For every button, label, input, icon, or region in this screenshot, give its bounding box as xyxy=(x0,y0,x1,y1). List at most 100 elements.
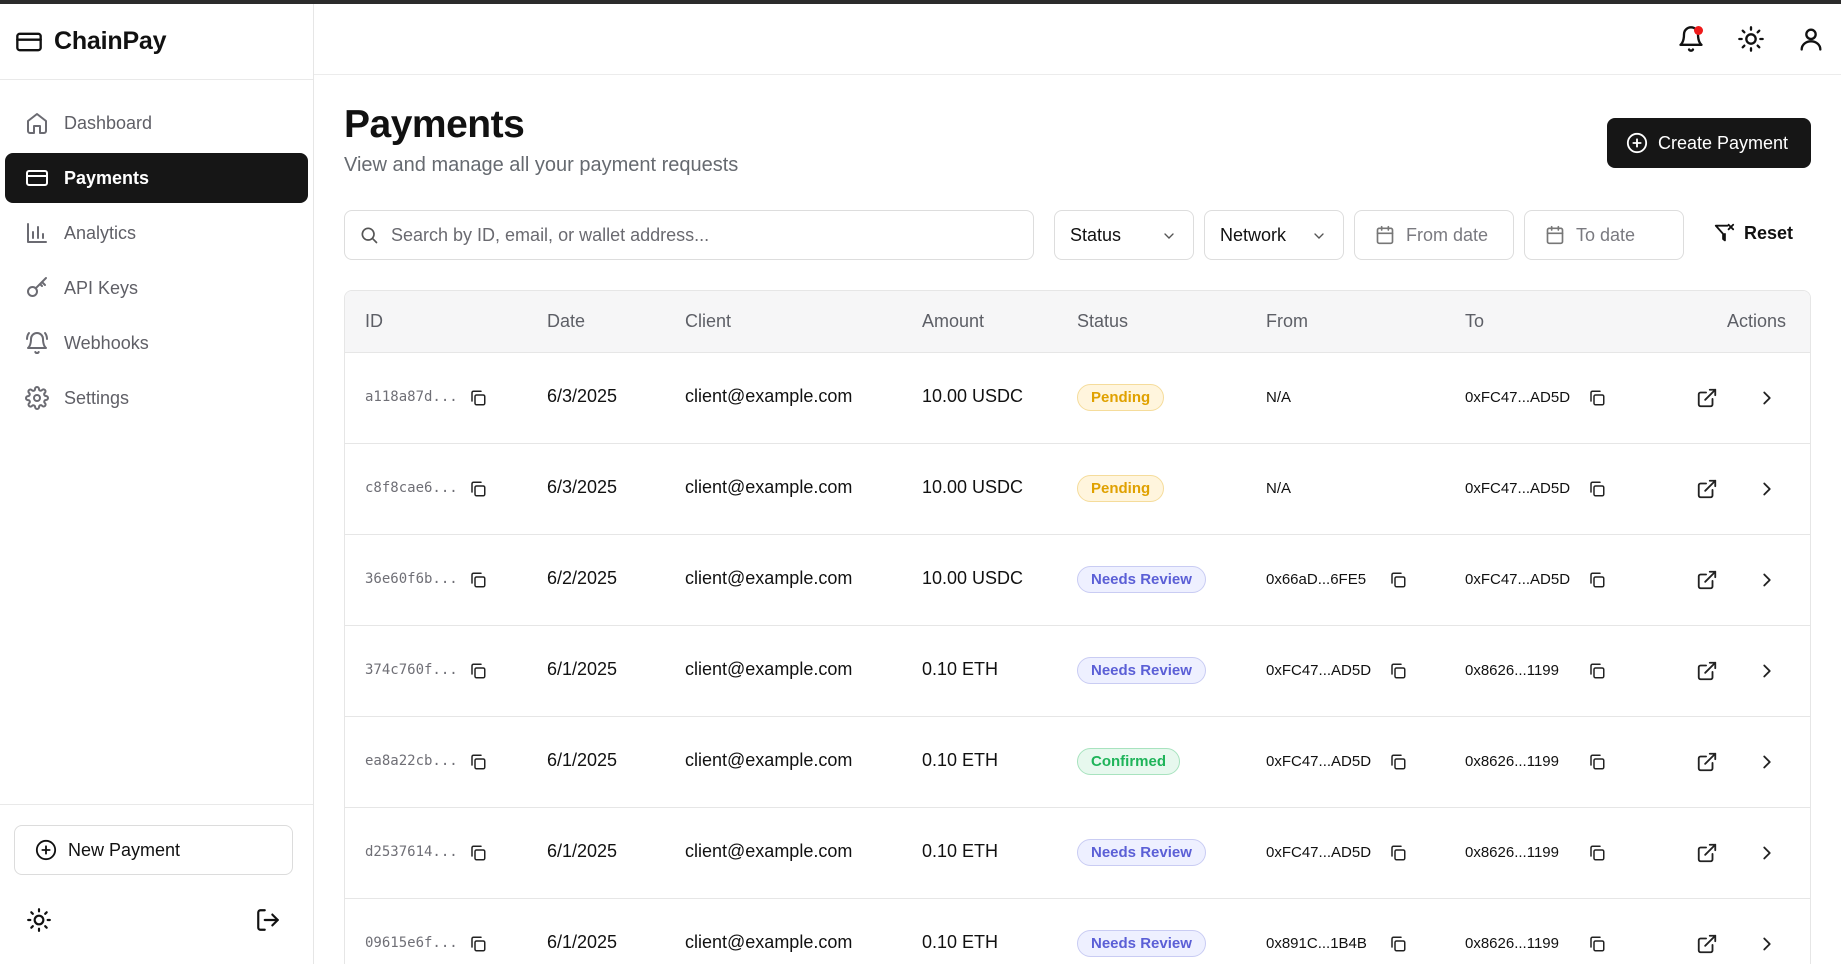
copy-icon[interactable] xyxy=(1588,571,1606,589)
payment-amount: 0.10 ETH xyxy=(922,659,999,679)
sidebar-item-label: Settings xyxy=(64,387,130,408)
network-filter-select[interactable]: Network xyxy=(1204,210,1344,260)
chevron-down-icon xyxy=(1314,233,1324,239)
external-link-icon[interactable] xyxy=(1696,478,1718,500)
external-link-icon[interactable] xyxy=(1696,660,1718,682)
reset-label: Reset xyxy=(1744,222,1794,243)
table-header: ID Date Client Amount Status From To Act… xyxy=(345,291,1810,353)
sidebar-item-payments[interactable]: Payments xyxy=(5,153,308,203)
client-email: client@example.com xyxy=(685,477,853,497)
copy-icon[interactable] xyxy=(469,662,487,680)
sidebar-item-label: Webhooks xyxy=(64,332,149,353)
sidebar-item-api-keys[interactable]: API Keys xyxy=(5,263,308,313)
chevron-right-icon[interactable] xyxy=(1756,478,1778,500)
payment-amount: 10.00 USDC xyxy=(922,568,1024,588)
gear-icon xyxy=(25,386,49,410)
external-link-icon[interactable] xyxy=(1696,751,1718,773)
client-email: client@example.com xyxy=(685,841,853,861)
sun-icon[interactable] xyxy=(1737,25,1765,53)
from-address: 0xFC47...AD5D xyxy=(1266,844,1372,861)
table-row[interactable]: 36e60f6b... 6/2/2025 client@example.com 10.… xyxy=(345,535,1810,626)
table-row[interactable]: a118a87d... 6/3/2025 client@example.com 10.… xyxy=(345,353,1810,444)
table-row[interactable]: 374c760f... 6/1/2025 client@example.com 0.1… xyxy=(345,626,1810,717)
sidebar-item-analytics[interactable]: Analytics xyxy=(5,208,308,258)
external-link-icon[interactable] xyxy=(1696,569,1718,591)
column-header-status[interactable]: Status xyxy=(1077,311,1128,332)
copy-icon[interactable] xyxy=(1588,753,1606,771)
from-address: N/A xyxy=(1266,480,1292,497)
status-filter-select[interactable]: Status xyxy=(1054,210,1194,260)
table-row[interactable]: d2537614... 6/1/2025 client@example.com 0.1… xyxy=(345,808,1810,899)
column-header-amount[interactable]: Amount xyxy=(922,311,984,332)
sun-icon[interactable] xyxy=(26,907,52,933)
from-date-picker[interactable]: From date xyxy=(1354,210,1514,260)
external-link-icon[interactable] xyxy=(1696,842,1718,864)
copy-icon[interactable] xyxy=(469,389,487,407)
reset-filters-button[interactable]: Reset xyxy=(1713,222,1793,244)
copy-icon[interactable] xyxy=(469,935,487,953)
copy-icon[interactable] xyxy=(469,753,487,771)
top-header xyxy=(314,4,1841,75)
sidebar-item-settings[interactable]: Settings xyxy=(5,373,308,423)
from-address: 0x66aD...6FE5 xyxy=(1266,571,1367,588)
new-payment-button[interactable]: New Payment xyxy=(14,825,293,875)
chevron-right-icon[interactable] xyxy=(1756,933,1778,955)
network-filter-label: Network xyxy=(1220,224,1287,245)
copy-icon[interactable] xyxy=(1389,844,1407,862)
logout-icon[interactable] xyxy=(255,907,281,933)
from-address: 0x891C...1B4B xyxy=(1266,935,1367,952)
column-header-from[interactable]: From xyxy=(1266,311,1308,332)
sidebar: ChainPay Dashboard Payments Analytics AP… xyxy=(0,4,314,964)
external-link-icon[interactable] xyxy=(1696,933,1718,955)
external-link-icon[interactable] xyxy=(1696,387,1718,409)
sidebar-item-label: Dashboard xyxy=(64,112,153,133)
column-header-to[interactable]: To xyxy=(1465,311,1484,332)
create-payment-button[interactable]: Create Payment xyxy=(1607,118,1811,168)
column-header-id[interactable]: ID xyxy=(365,311,383,332)
card-icon xyxy=(26,170,48,186)
copy-icon[interactable] xyxy=(469,480,487,498)
sidebar-footer: New Payment xyxy=(0,804,313,964)
plus-circle-icon xyxy=(35,839,57,861)
status-filter-label: Status xyxy=(1070,224,1122,245)
sidebar-item-webhooks[interactable]: Webhooks xyxy=(5,318,308,368)
search-input[interactable] xyxy=(391,224,1011,246)
copy-icon[interactable] xyxy=(1389,753,1407,771)
copy-icon[interactable] xyxy=(1588,844,1606,862)
payment-id: 36e60f6b... xyxy=(365,571,458,587)
status-badge: Needs Review xyxy=(1077,657,1206,684)
chevron-right-icon[interactable] xyxy=(1756,569,1778,591)
column-header-date[interactable]: Date xyxy=(547,311,585,332)
copy-icon[interactable] xyxy=(1588,662,1606,680)
status-badge: Needs Review xyxy=(1077,839,1206,866)
search-icon xyxy=(361,227,378,244)
table-row[interactable]: 09615e6f... 6/1/2025 client@example.com 0.1… xyxy=(345,899,1810,964)
payment-amount: 10.00 USDC xyxy=(922,386,1024,406)
brand[interactable]: ChainPay xyxy=(0,4,313,80)
copy-icon[interactable] xyxy=(1588,389,1606,407)
column-header-client[interactable]: Client xyxy=(685,311,731,332)
from-address: N/A xyxy=(1266,389,1292,406)
status-badge: Confirmed xyxy=(1077,748,1180,775)
sidebar-item-dashboard[interactable]: Dashboard xyxy=(5,98,308,148)
chevron-right-icon[interactable] xyxy=(1756,387,1778,409)
chevron-right-icon[interactable] xyxy=(1756,842,1778,864)
to-date-picker[interactable]: To date xyxy=(1524,210,1684,260)
copy-icon[interactable] xyxy=(1389,935,1407,953)
chevron-right-icon[interactable] xyxy=(1756,660,1778,682)
payment-amount: 0.10 ETH xyxy=(922,841,999,861)
copy-icon[interactable] xyxy=(1588,935,1606,953)
page-title: Payments xyxy=(344,103,525,146)
client-email: client@example.com xyxy=(685,750,853,770)
copy-icon[interactable] xyxy=(469,571,487,589)
user-icon[interactable] xyxy=(1797,25,1825,53)
copy-icon[interactable] xyxy=(1588,480,1606,498)
copy-icon[interactable] xyxy=(1389,662,1407,680)
table-row[interactable]: c8f8cae6... 6/3/2025 client@example.com 10.… xyxy=(345,444,1810,535)
table-row[interactable]: ea8a22cb... 6/1/2025 client@example.com 0.1… xyxy=(345,717,1810,808)
search-bar xyxy=(344,210,1034,260)
copy-icon[interactable] xyxy=(1389,571,1407,589)
from-address: 0xFC47...AD5D xyxy=(1266,662,1372,679)
chevron-right-icon[interactable] xyxy=(1756,751,1778,773)
copy-icon[interactable] xyxy=(469,844,487,862)
